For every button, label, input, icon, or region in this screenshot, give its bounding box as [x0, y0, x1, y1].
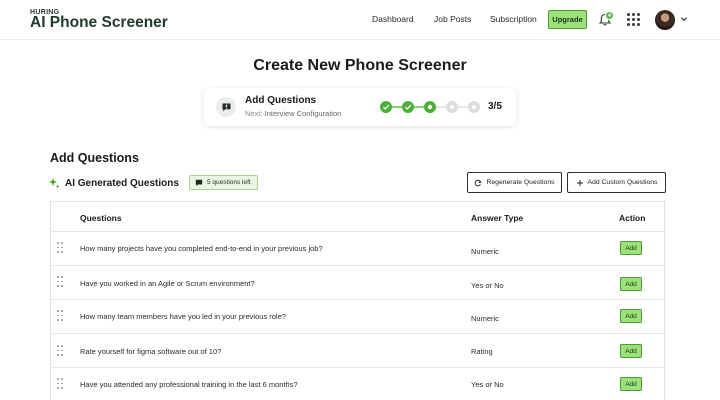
page-title: Create New Phone Screener — [253, 57, 467, 74]
step-progress-dots — [380, 101, 480, 113]
step-icon — [216, 97, 236, 117]
apps-grid-icon[interactable] — [627, 13, 640, 26]
table-row: How many projects have you completed end… — [51, 232, 664, 266]
questions-left-text: 5 questions left — [207, 179, 251, 186]
answer-type: Rating — [471, 347, 493, 356]
add-question-button[interactable]: Add — [620, 309, 642, 323]
add-question-button[interactable]: Add — [620, 241, 642, 255]
table-row: Rate yourself for figma software out of … — [51, 334, 664, 368]
plus-icon — [576, 179, 583, 186]
questions-left-badge: 5 questions left — [189, 175, 258, 190]
step-4-pending — [446, 101, 458, 113]
step-2-complete — [402, 101, 414, 113]
add-custom-questions-button[interactable]: Add Custom Questions — [567, 172, 666, 193]
questions-table: Questions Answer Type Action How many pr… — [50, 201, 665, 400]
question-text: Rate yourself for figma software out of … — [80, 347, 222, 356]
ai-generated-title: AI Generated Questions — [65, 177, 179, 189]
drag-handle-icon[interactable] — [57, 345, 63, 357]
question-text: How many team members have you led in yo… — [80, 312, 286, 321]
regenerate-questions-button[interactable]: Regenerate Questions — [467, 172, 562, 193]
step-next-prefix: Next: — [245, 109, 263, 118]
answer-type: Yes or No — [471, 380, 504, 389]
drag-handle-icon[interactable] — [57, 276, 63, 288]
nav-job-posts[interactable]: Job Posts — [434, 14, 471, 24]
drag-handle-icon[interactable] — [57, 378, 63, 390]
add-question-button[interactable]: Add — [620, 277, 642, 291]
table-row: Have you attended any professional train… — [51, 368, 664, 400]
step-5-pending — [468, 101, 480, 113]
avatar[interactable] — [655, 10, 675, 30]
step-count: 3/5 — [488, 101, 502, 112]
question-text: Have you worked in an Agile or Scrum env… — [80, 279, 255, 288]
add-question-button[interactable]: Add — [620, 377, 642, 391]
sparkle-icon — [48, 177, 60, 189]
question-text: How many projects have you completed end… — [80, 244, 323, 253]
add-custom-label: Add Custom Questions — [587, 179, 658, 186]
notification-badge: 4 — [605, 11, 614, 20]
stepper-card: Add Questions Next: Interview Configurat… — [204, 88, 516, 126]
section-title: Add Questions — [50, 151, 139, 165]
chevron-down-icon[interactable] — [680, 15, 688, 23]
table-row: Have you worked in an Agile or Scrum env… — [51, 266, 664, 300]
upgrade-button[interactable]: Upgrade — [548, 10, 587, 29]
step-next-name: Interview Configuration — [264, 109, 342, 118]
add-question-button[interactable]: Add — [620, 344, 642, 358]
nav-subscription[interactable]: Subscription — [490, 14, 537, 24]
answer-type: Yes or No — [471, 281, 504, 290]
drag-handle-icon[interactable] — [57, 242, 63, 254]
step-1-complete — [380, 101, 392, 113]
step-3-current — [424, 101, 436, 113]
answer-type: Numeric — [471, 314, 499, 323]
question-text: Have you attended any professional train… — [80, 380, 298, 389]
column-header-action: Action — [619, 213, 646, 223]
step-title: Add Questions — [245, 95, 317, 106]
drag-handle-icon[interactable] — [57, 310, 63, 322]
brand-logo[interactable]: AI Phone Screener — [30, 14, 168, 32]
regenerate-label: Regenerate Questions — [486, 179, 555, 186]
answer-type: Numeric — [471, 247, 499, 256]
chat-bubble-icon — [222, 103, 230, 111]
column-header-questions: Questions — [80, 213, 122, 223]
top-navbar: HURING AI Phone Screener Dashboard Job P… — [0, 0, 720, 40]
refresh-icon — [475, 179, 483, 186]
ai-generated-heading: AI Generated Questions — [48, 174, 179, 192]
nav-dashboard[interactable]: Dashboard — [372, 14, 414, 24]
chat-bubble-icon — [195, 179, 203, 186]
table-row: How many team members have you led in yo… — [51, 300, 664, 334]
column-header-answer-type: Answer Type — [471, 213, 524, 223]
step-next-label: Next: Interview Configuration — [245, 109, 341, 118]
